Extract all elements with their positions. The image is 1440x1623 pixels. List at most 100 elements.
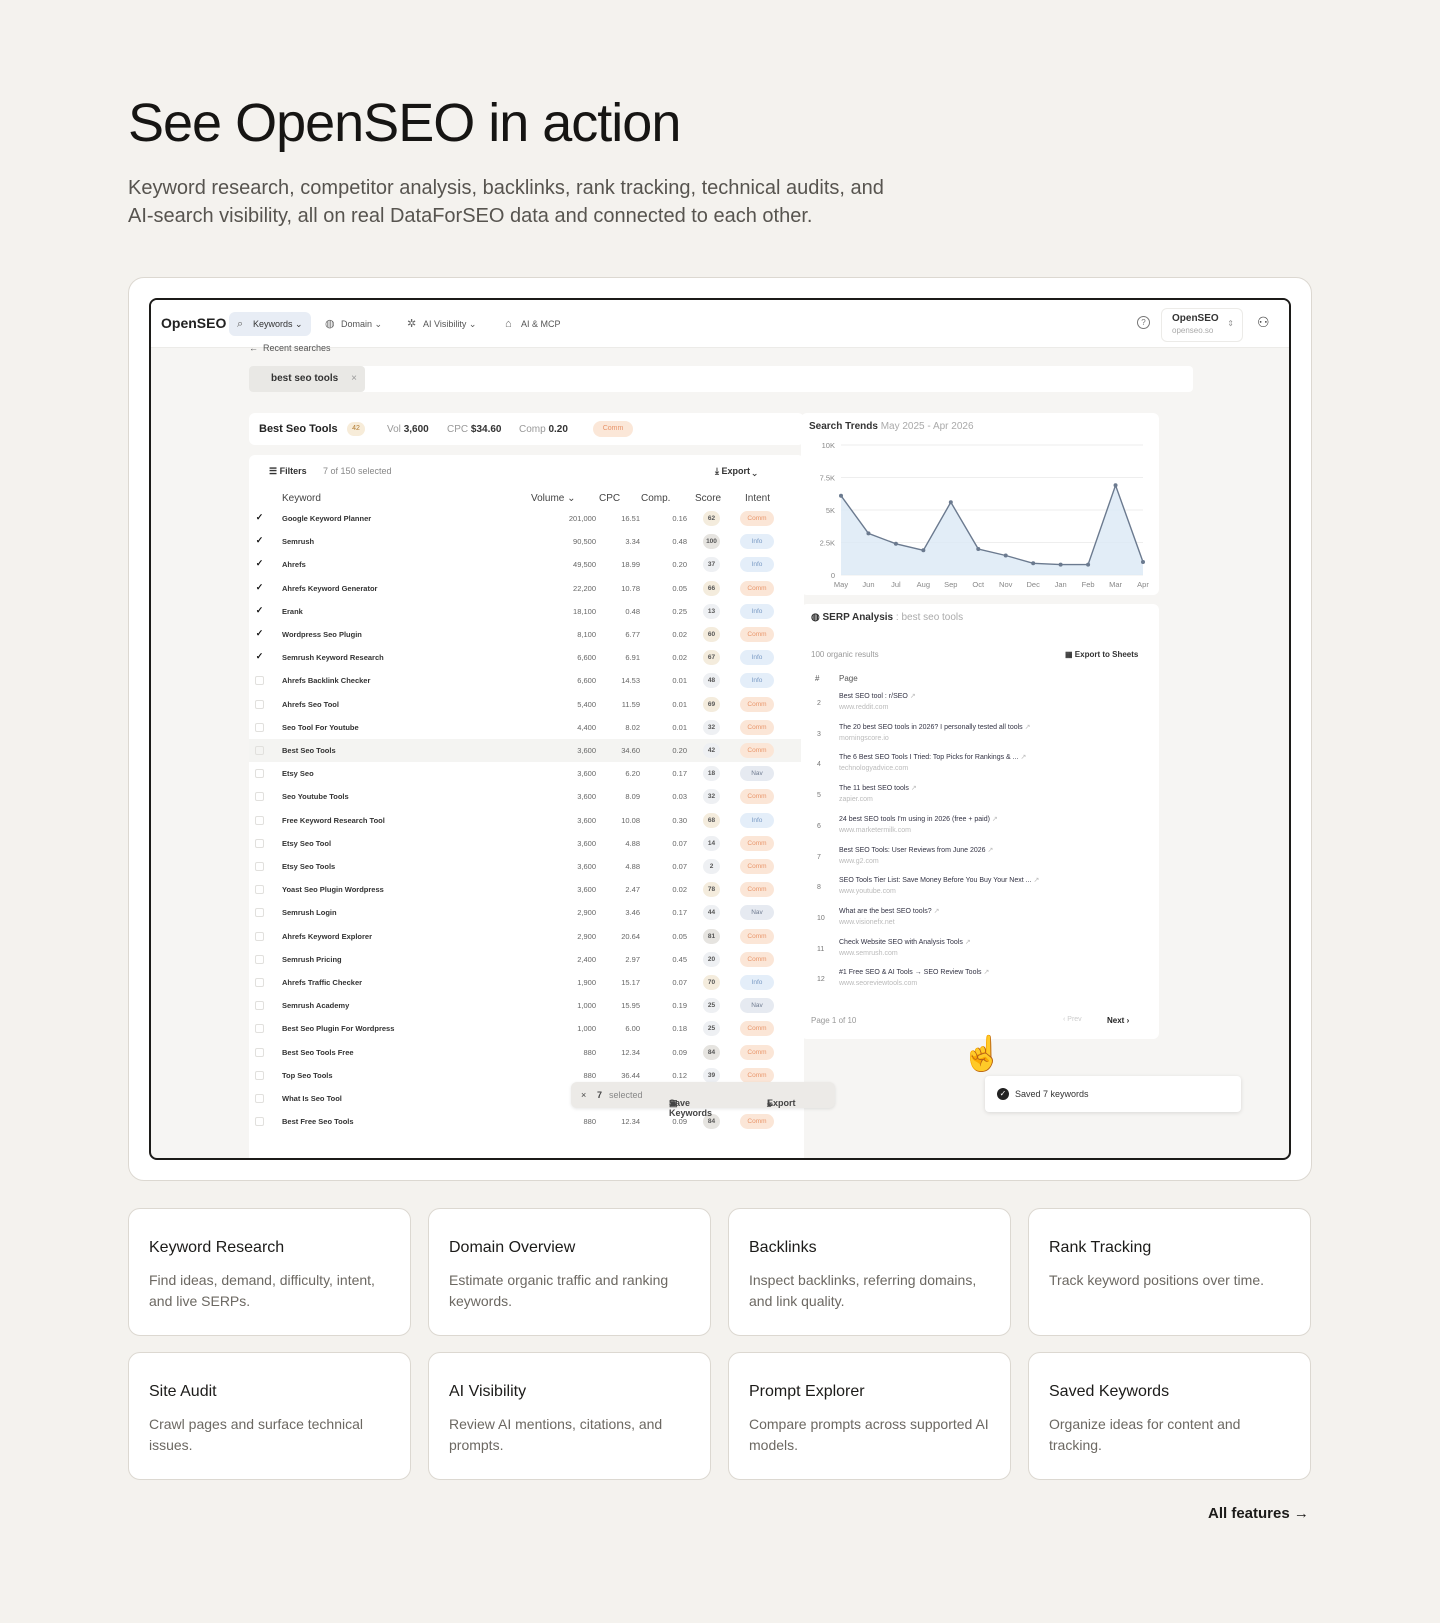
serp-result-row[interactable]: 12 #1 Free SEO & AI Tools → SEO Review To… [801,968,1159,998]
serp-result-title[interactable]: What are the best SEO tools? ↗ [839,907,939,915]
row-checkbox[interactable] [255,769,264,779]
row-checkbox[interactable] [255,1024,264,1034]
serp-result-row[interactable]: 4 The 6 Best SEO Tools I Tried: Top Picks… [801,753,1159,783]
table-row[interactable]: Seo Youtube Tools 3,600 8.09 0.03 32 Comm [249,785,804,808]
row-keyword[interactable]: Etsy Seo [282,769,314,778]
row-keyword[interactable]: Best Free Seo Tools [282,1117,354,1126]
col-header-cpc[interactable]: CPC [599,493,620,504]
nav-tab-keywords[interactable]: ⌕ Keywords ⌄ [229,312,311,336]
feature-card[interactable]: Saved Keywords Organize ideas for content… [1028,1352,1311,1480]
table-row[interactable]: Etsy Seo Tool 3,600 4.88 0.07 14 Comm [249,832,804,855]
table-row[interactable]: Ahrefs Backlink Checker 6,600 14.53 0.01 48 I… [249,669,804,692]
all-features-link[interactable]: All features → [1208,1505,1309,1522]
row-keyword[interactable]: Ahrefs Backlink Checker [282,676,370,685]
serp-result-row[interactable]: 11 Check Website SEO with Analysis Tools … [801,938,1159,968]
row-keyword[interactable]: Best Seo Tools Free [282,1048,354,1057]
table-row[interactable]: ✓ Google Keyword Planner 201,000 16.51 0.16 6… [249,507,804,530]
row-keyword[interactable]: Best Seo Plugin For Wordpress [282,1024,394,1033]
table-row[interactable]: ✓ Erank 18,100 0.48 0.25 13 Info [249,600,804,623]
serp-result-title[interactable]: Best SEO tool : r/SEO ↗ [839,692,916,700]
row-checkbox[interactable] [255,954,264,964]
feature-card[interactable]: Keyword Research Find ideas, demand, diff… [128,1208,411,1336]
help-icon[interactable]: ? [1137,316,1150,329]
row-checkbox[interactable] [255,792,264,802]
serp-result-title[interactable]: #1 Free SEO & AI Tools → SEO Review Tool… [839,968,989,976]
row-keyword[interactable]: Best Seo Tools [282,746,336,755]
filters-button[interactable]: ☰ Filters [269,466,307,477]
row-checkbox[interactable] [255,885,264,895]
row-keyword[interactable]: Erank [282,607,303,616]
serp-result-title[interactable]: The 11 best SEO tools ↗ [839,784,917,792]
row-checkbox[interactable]: ✓ [255,536,264,546]
row-checkbox[interactable] [255,978,264,987]
row-keyword[interactable]: Ahrefs Keyword Explorer [282,932,372,941]
row-checkbox[interactable] [255,815,264,825]
row-checkbox[interactable] [255,722,264,732]
row-keyword[interactable]: Seo Youtube Tools [282,792,349,801]
prev-page-button[interactable]: ‹ Prev [1063,1016,1082,1023]
row-checkbox[interactable] [255,1117,264,1127]
table-row[interactable]: Semrush Pricing 2,400 2.97 0.45 20 Comm [249,948,804,971]
col-header-keyword[interactable]: Keyword [282,493,321,504]
export-button[interactable]: ⤓ Export ⌄ [715,466,757,477]
row-keyword[interactable]: Yoast Seo Plugin Wordpress [282,885,384,894]
table-row[interactable]: ✓ Semrush 90,500 3.34 0.48 100 Info [249,530,804,553]
feature-card[interactable]: Prompt Explorer Compare prompts across su… [728,1352,1011,1480]
search-chip[interactable]: best seo tools × [249,366,365,392]
serp-result-row[interactable]: 3 The 20 best SEO tools in 2026? I person… [801,723,1159,753]
col-header-comp[interactable]: Comp. [641,493,670,504]
row-checkbox[interactable]: ✓ [255,605,264,616]
row-checkbox[interactable] [255,908,264,918]
row-keyword[interactable]: Semrush Pricing [282,955,342,964]
table-row[interactable]: ✓ Semrush Keyword Research 6,600 6.91 0.02 67… [249,646,804,669]
table-row[interactable]: ✓ Wordpress Seo Plugin 8,100 6.77 0.02 60 Comm [249,623,804,646]
serp-result-title[interactable]: The 6 Best SEO Tools I Tried: Top Picks … [839,753,1026,761]
table-row[interactable]: Etsy Seo 3,600 6.20 0.17 18 Nav [249,762,804,785]
close-icon[interactable]: × [581,1090,586,1100]
serp-result-row[interactable]: 8 SEO Tools Tier List: Save Money Before … [801,876,1159,906]
table-row[interactable]: ✓ Ahrefs 49,500 18.99 0.20 37 Info [249,553,804,576]
table-row[interactable]: Ahrefs Traffic Checker 1,900 15.17 0.07 70 In… [249,971,804,994]
user-icon[interactable]: ⚇ [1257,314,1270,331]
app-brand[interactable]: OpenSEO [161,315,226,331]
row-keyword[interactable]: Semrush Keyword Research [282,653,384,662]
next-page-button[interactable]: Next › [1107,1016,1129,1025]
feature-card[interactable]: AI Visibility Review AI mentions, citatio… [428,1352,711,1480]
feature-card[interactable]: Rank Tracking Track keyword positions ove… [1028,1208,1311,1336]
table-row[interactable]: Yoast Seo Plugin Wordpress 3,600 2.47 0.02 7… [249,878,804,901]
nav-tab-domain[interactable]: ◍ Domain ⌄ [317,312,390,336]
row-keyword[interactable]: Wordpress Seo Plugin [282,630,362,639]
row-keyword[interactable]: Ahrefs Seo Tool [282,700,339,709]
row-keyword[interactable]: Etsy Seo Tools [282,862,335,871]
table-row[interactable]: Best Seo Plugin For Wordpress 1,000 6.00 0.… [249,1017,804,1040]
table-row[interactable]: Best Seo Tools Free 880 12.34 0.09 84 Comm [249,1041,804,1064]
row-keyword[interactable]: Seo Tool For Youtube [282,723,359,732]
row-checkbox[interactable]: ✓ [255,652,264,662]
row-checkbox[interactable] [255,1047,264,1057]
table-row[interactable]: Seo Tool For Youtube 4,400 8.02 0.01 32 Comm [249,716,804,739]
row-keyword[interactable]: Google Keyword Planner [282,514,371,523]
serp-result-title[interactable]: Best SEO Tools: User Reviews from June 2… [839,846,993,854]
recent-searches-link[interactable]: ← Recent searches [249,343,331,353]
row-checkbox[interactable] [255,676,264,686]
row-checkbox[interactable] [255,862,264,871]
feature-card[interactable]: Backlinks Inspect backlinks, referring do… [728,1208,1011,1336]
table-row[interactable]: Ahrefs Seo Tool 5,400 11.59 0.01 69 Comm [249,693,804,716]
row-keyword[interactable]: Etsy Seo Tool [282,839,331,848]
serp-result-title[interactable]: SEO Tools Tier List: Save Money Before Y… [839,876,1039,884]
keyword-search-bar[interactable]: best seo tools × [249,366,1193,392]
table-row[interactable]: Etsy Seo Tools 3,600 4.88 0.07 2 Comm [249,855,804,878]
feature-card[interactable]: Domain Overview Estimate organic traffic … [428,1208,711,1336]
row-checkbox[interactable]: ✓ [255,559,264,569]
serp-result-row[interactable]: 5 The 11 best SEO tools ↗ zapier.com [801,784,1159,814]
close-icon[interactable]: × [351,366,357,392]
row-checkbox[interactable] [255,699,264,709]
table-row[interactable]: Ahrefs Keyword Explorer 2,900 20.64 0.05 81 C… [249,925,804,948]
row-checkbox[interactable] [255,1094,264,1103]
row-keyword[interactable]: Semrush Academy [282,1001,349,1010]
serp-result-title[interactable]: The 20 best SEO tools in 2026? I persona… [839,723,1031,731]
row-keyword[interactable]: Semrush Login [282,908,337,917]
row-keyword[interactable]: Ahrefs [282,560,306,569]
row-keyword[interactable]: Top Seo Tools [282,1071,333,1080]
table-row[interactable]: Semrush Academy 1,000 15.95 0.19 25 Nav [249,994,804,1017]
